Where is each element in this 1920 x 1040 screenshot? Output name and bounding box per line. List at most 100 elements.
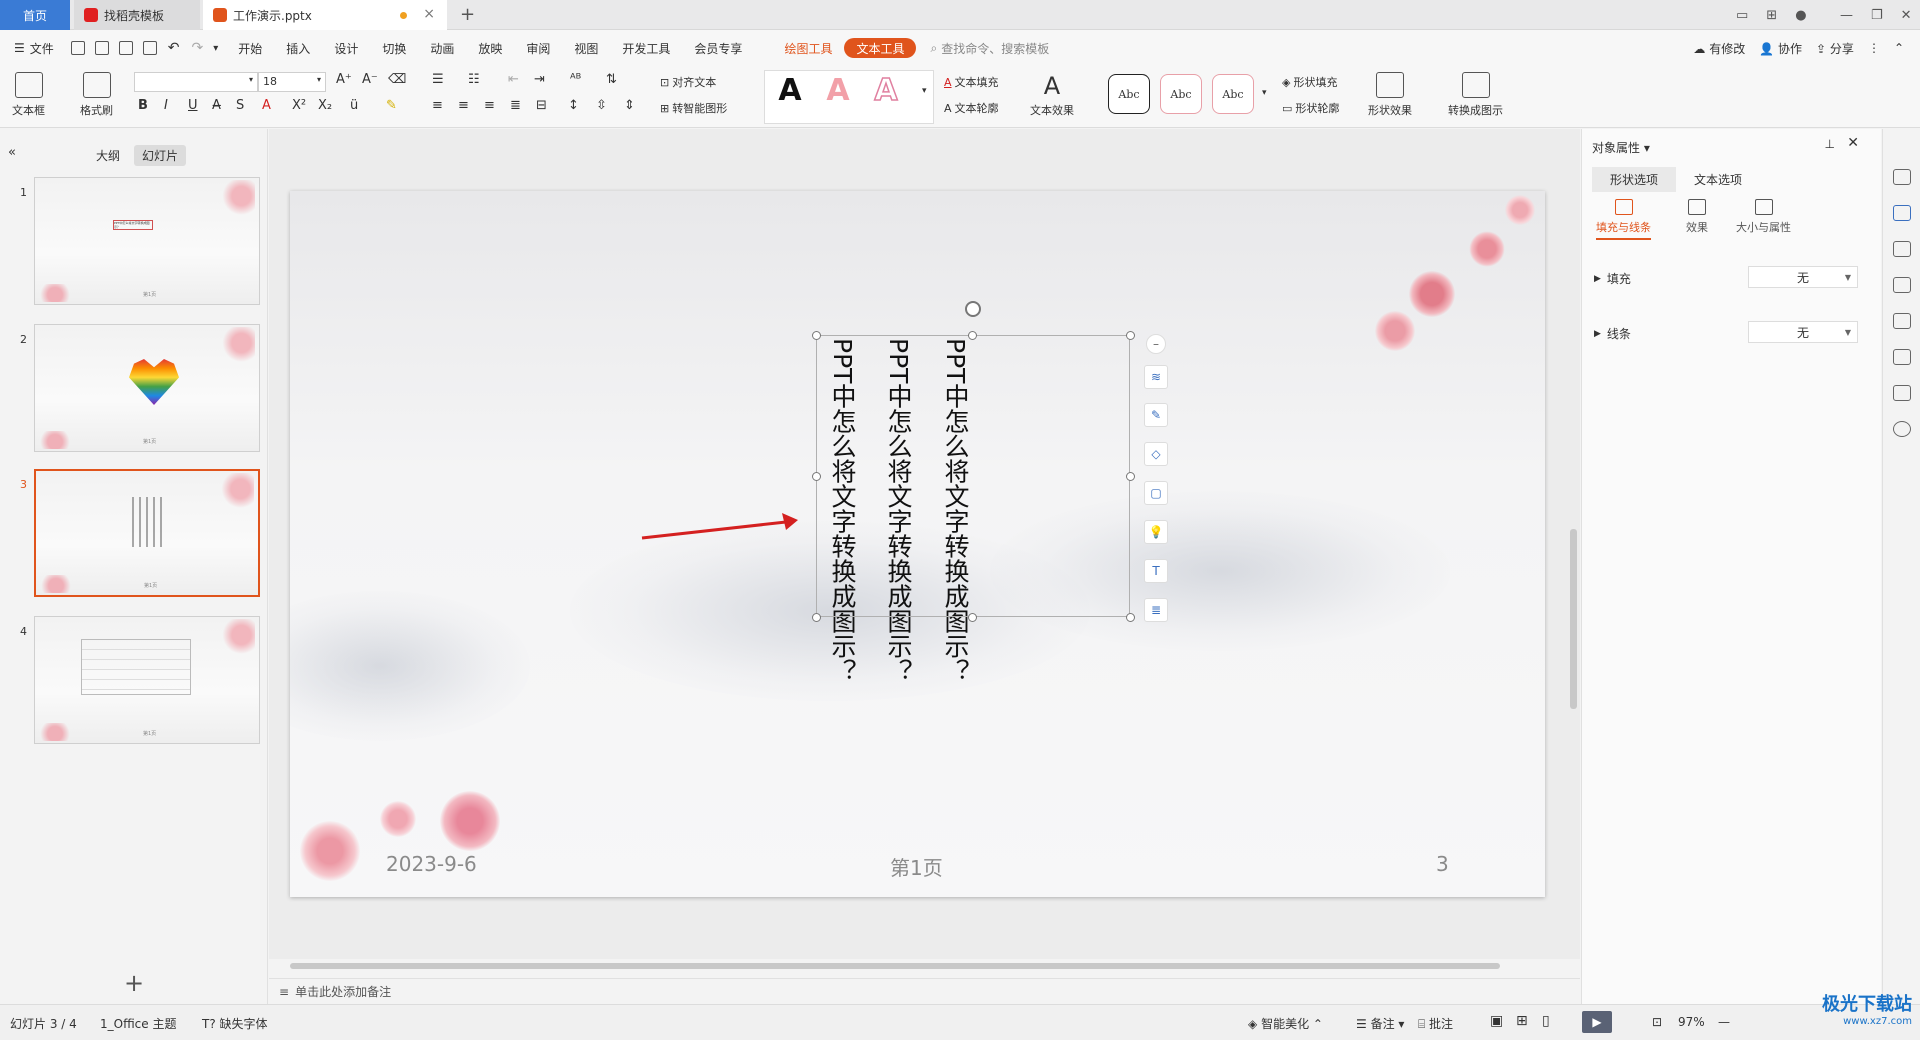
slide-thumbnail-1[interactable]: PPT中怎么将文字转换成图示？ 第1页 [34,177,260,305]
resize-handle[interactable] [1126,472,1135,481]
convert-text-icon[interactable]: T [1144,559,1168,583]
increase-indent-icon[interactable]: ⇥ [534,72,545,87]
undo-icon[interactable]: ↶ [168,40,180,56]
menu-review[interactable]: 审阅 [514,35,562,61]
transition-icon[interactable] [1893,277,1911,293]
resize-handle[interactable] [812,613,821,622]
shape-style-more-icon[interactable]: ▾ [1262,88,1267,98]
shape-style-pink[interactable]: Abc [1160,74,1202,114]
collaborate-button[interactable]: 👤 协作 [1759,40,1802,57]
layers-icon[interactable]: ≋ [1144,365,1168,389]
subscript-icon[interactable]: X₂ [318,98,332,113]
menu-text-tools[interactable]: 文本工具 [844,38,917,58]
file-menu[interactable]: ☰ 文件 [0,35,66,61]
italic-icon[interactable]: I [164,98,168,113]
decrease-font-icon[interactable]: A⁻ [362,72,378,87]
notes-area[interactable]: ≡ 单击此处添加备注 [269,978,1580,1004]
phonetic-icon[interactable]: ü [350,98,358,113]
design-icon[interactable] [1893,169,1911,185]
textbox-selection[interactable] [816,335,1130,617]
bold-icon[interactable]: B [138,98,148,113]
wordart-more-icon[interactable]: ▾ [922,86,927,96]
resize-handle[interactable] [968,331,977,340]
underline-icon[interactable]: U [188,98,198,113]
redo-icon[interactable]: ↷ [192,40,204,56]
quick-access-more-icon[interactable]: ▾ [213,43,218,54]
location-icon[interactable] [1893,349,1911,365]
comments-button[interactable]: ⌸ 批注 [1418,1015,1453,1032]
collapse-ribbon-icon[interactable]: ⌃ [1894,41,1904,55]
apps-grid-icon[interactable]: ⊞ [1766,8,1777,23]
play-slideshow-icon[interactable]: ▶ [1582,1011,1612,1033]
text-fill-button[interactable]: A 文本填充 [944,74,999,90]
resize-handle[interactable] [812,472,821,481]
tab-template[interactable]: 找稻壳模板 [74,0,200,30]
help-icon[interactable] [1893,421,1911,437]
effect-subtab[interactable]: 效果 [1686,199,1708,235]
align-right-icon[interactable]: ≡ [484,98,495,113]
vertical-scrollbar-thumb[interactable] [1570,529,1577,709]
slide-sorter-icon[interactable]: ⊞ [1516,1013,1528,1029]
decrease-indent-icon[interactable]: ⇤ [508,72,519,87]
menu-insert[interactable]: 插入 [274,35,322,61]
close-panel-icon[interactable]: ✕ [1847,135,1859,151]
slide-thumbnail-4[interactable]: 第1页 [34,616,260,744]
superscript-icon[interactable]: X² [292,98,306,113]
justify-icon[interactable]: ≣ [510,98,521,113]
spacing-options-icon[interactable]: ⇕ [624,98,635,113]
tab-text-options[interactable]: 文本选项 [1676,167,1760,192]
numbered-list-icon[interactable]: ☷ [468,72,480,87]
menu-developer[interactable]: 开发工具 [610,35,682,61]
menu-animation[interactable]: 动画 [418,35,466,61]
fit-window-icon[interactable]: ⊡ [1652,1015,1662,1029]
animation-icon[interactable] [1893,241,1911,257]
shape-fill-button[interactable]: ◈ 形状填充 [1282,74,1337,90]
highlight-icon[interactable]: ✎ [386,98,397,113]
resize-handle[interactable] [968,613,977,622]
slide-thumbnail-3[interactable]: 第1页 [34,469,260,597]
menu-draw-tools[interactable]: 绘图工具 [772,35,844,61]
idea-bulb-icon[interactable]: 💡 [1144,520,1168,544]
user-avatar-icon[interactable]: ● [1795,8,1806,23]
share-button[interactable]: ⇪ 分享 [1816,40,1854,57]
text-direction-icon[interactable]: ᴬᴮ [570,72,581,87]
reading-view-icon[interactable]: ▯ [1542,1013,1550,1029]
text-layout-icon[interactable]: ≣ [1144,598,1168,622]
font-family-select[interactable]: ▾ [134,72,258,92]
rotate-handle-icon[interactable] [965,301,981,317]
smart-beautify-button[interactable]: ◈ 智能美化 ⌃ [1248,1015,1323,1032]
more-options-icon[interactable]: ⋮ [1868,41,1880,55]
properties-icon[interactable] [1893,205,1911,221]
align-text-button[interactable]: ⊡ 对齐文本 [660,74,716,90]
align-left-icon[interactable]: ≡ [432,98,443,113]
horizontal-scrollbar-thumb[interactable] [290,963,1500,969]
shadow-text-icon[interactable]: S [236,98,244,113]
shape-outline-button[interactable]: ▭ 形状轮廓 [1282,100,1339,116]
wordart-style-black[interactable]: A [770,70,810,110]
line-section-toggle[interactable]: ▶ 线条 [1594,325,1631,342]
normal-view-icon[interactable]: ▣ [1490,1013,1503,1029]
has-changes-button[interactable]: ☁ 有修改 [1693,40,1745,57]
command-search[interactable]: ⌕ 查找命令、搜索模板 [930,40,1049,57]
pen-icon[interactable]: ✎ [1144,403,1168,427]
resize-handle[interactable] [812,331,821,340]
menu-view[interactable]: 视图 [562,35,610,61]
close-window-icon[interactable]: ✕ [1901,8,1912,23]
missing-font-button[interactable]: T? 缺失字体 [202,1015,268,1032]
collapse-panel-icon[interactable]: « [8,145,16,160]
tab-document[interactable]: 工作演示.pptx × [203,0,447,30]
strikethrough-icon[interactable]: A̶ [212,98,221,113]
shape-effect-button[interactable]: 形状效果 [1368,72,1412,118]
menu-transition[interactable]: 切换 [370,35,418,61]
minimize-icon[interactable]: — [1840,8,1853,23]
text-effect-button[interactable]: A 文本效果 [1030,72,1074,118]
collapse-toolbar-icon[interactable]: – [1146,334,1166,354]
resize-handle[interactable] [1126,331,1135,340]
textbox-button[interactable]: 文本框 [12,72,45,118]
add-slide-icon[interactable]: + [124,969,144,997]
line-select[interactable]: 无 ▼ [1748,321,1858,343]
bullet-list-icon[interactable]: ☰ [432,72,444,87]
vertical-scrollbar[interactable] [1568,129,1580,959]
size-property-subtab[interactable]: 大小与属性 [1736,199,1791,235]
pin-icon[interactable]: ⊥ [1825,137,1835,151]
